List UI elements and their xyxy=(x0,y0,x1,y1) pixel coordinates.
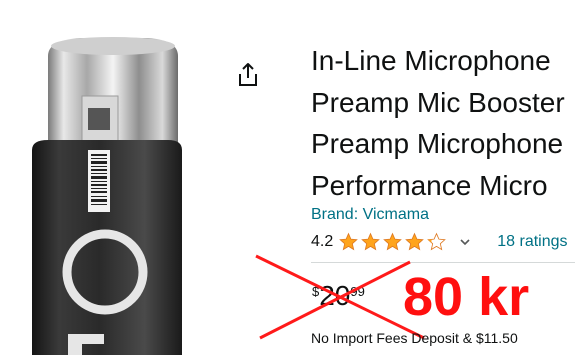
title-line: Preamp Microphone xyxy=(311,128,564,159)
star-rating[interactable] xyxy=(338,232,447,252)
price-symbol: $ xyxy=(312,284,320,299)
share-icon[interactable] xyxy=(236,62,260,88)
title-line: Preamp Mic Booster xyxy=(311,86,565,118)
title-line: Performance Micro xyxy=(311,169,548,201)
title-line: In-Line Microphone xyxy=(311,45,551,76)
import-fees-text: No Import Fees Deposit & $11.50 xyxy=(311,330,518,346)
chevron-down-icon[interactable] xyxy=(457,234,473,250)
product-price: $2099 xyxy=(312,280,365,312)
divider xyxy=(311,262,575,263)
brand-link[interactable]: Brand: Vicmama xyxy=(311,206,429,224)
star-outline-icon xyxy=(427,232,447,251)
overlay-price: 80 kr xyxy=(403,267,530,327)
product-image[interactable] xyxy=(0,0,240,355)
xlr-preamp-illustration xyxy=(32,37,182,355)
product-title: In-Line Microphone Preamp Mic Booster Pr… xyxy=(311,40,575,206)
ratings-count-link[interactable]: 18 ratings xyxy=(497,233,567,251)
rating-row: 4.2 18 ratings xyxy=(311,231,575,253)
price-fraction: 99 xyxy=(350,284,365,299)
star-icon xyxy=(339,232,359,251)
price-whole: 20 xyxy=(319,280,351,311)
star-icon xyxy=(361,232,381,251)
star-icon xyxy=(383,232,403,251)
star-icon xyxy=(405,232,425,251)
rating-value: 4.2 xyxy=(311,233,334,250)
